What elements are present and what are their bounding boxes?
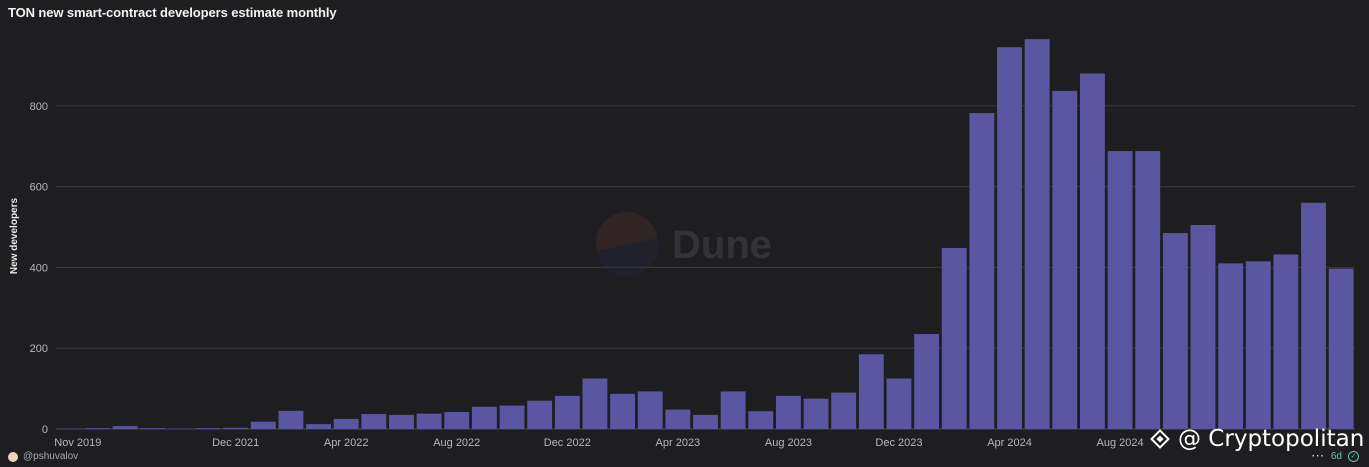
- bar[interactable]: [85, 428, 110, 429]
- more-options-icon[interactable]: ···: [1312, 451, 1325, 462]
- bar[interactable]: [693, 414, 718, 429]
- y-tick-label: 0: [42, 424, 48, 436]
- avatar: [8, 451, 18, 462]
- bar[interactable]: [389, 414, 414, 429]
- bar[interactable]: [914, 334, 940, 429]
- bar[interactable]: [278, 410, 304, 429]
- bar[interactable]: [803, 398, 829, 429]
- bar[interactable]: [720, 391, 746, 429]
- bar[interactable]: [858, 354, 884, 429]
- bar[interactable]: [1079, 73, 1105, 429]
- refresh-age: 6d: [1330, 451, 1342, 462]
- x-tick-label: Aug 2024: [1097, 437, 1144, 449]
- bar[interactable]: [1107, 151, 1133, 429]
- bar[interactable]: [1273, 254, 1299, 429]
- diamond-logo-icon: [1150, 429, 1170, 449]
- bar-chart: Dune 0 200 400 600 800 Nov 2019 Dec 2021 Apr 2…: [9, 39, 1355, 449]
- bar[interactable]: [554, 395, 580, 429]
- bar[interactable]: [969, 113, 995, 430]
- bar[interactable]: [223, 427, 249, 429]
- dune-logo-watermark: Dune: [596, 212, 772, 277]
- bar[interactable]: [195, 428, 221, 429]
- x-tick-label: Dec 2023: [875, 437, 922, 449]
- x-tick-label: Aug 2023: [765, 437, 812, 449]
- author-credit[interactable]: @pshuvalov: [8, 451, 78, 462]
- footer-meta: ··· 6d ✓: [1312, 451, 1359, 462]
- bar[interactable]: [361, 414, 387, 429]
- bar[interactable]: [941, 248, 967, 429]
- bar[interactable]: [775, 395, 801, 429]
- bar[interactable]: [1218, 263, 1244, 429]
- bar[interactable]: [1328, 268, 1354, 429]
- bar[interactable]: [1301, 202, 1326, 429]
- bar[interactable]: [471, 406, 497, 429]
- bar[interactable]: [306, 424, 332, 429]
- bar[interactable]: [886, 378, 912, 430]
- bar[interactable]: [112, 426, 138, 429]
- bar[interactable]: [499, 405, 525, 429]
- x-tick-label: Aug 2022: [433, 437, 480, 449]
- bar[interactable]: [1190, 224, 1216, 429]
- bar[interactable]: [1162, 233, 1188, 429]
- bar[interactable]: [1135, 151, 1161, 429]
- bar[interactable]: [582, 378, 608, 430]
- y-tick-label: 200: [30, 343, 48, 355]
- bar[interactable]: [250, 421, 276, 429]
- bar[interactable]: [748, 411, 774, 429]
- y-tick-label: 800: [30, 101, 48, 113]
- bar[interactable]: [831, 392, 857, 429]
- bar[interactable]: [167, 428, 193, 430]
- bar[interactable]: [1245, 261, 1271, 429]
- author-name: @pshuvalov: [23, 451, 79, 462]
- x-tick-label: Dec 2021: [212, 437, 259, 449]
- bar[interactable]: [637, 391, 663, 429]
- bar[interactable]: [997, 47, 1022, 429]
- x-tick-label: Dec 2022: [544, 437, 591, 449]
- x-tick-label: Apr 2022: [324, 437, 369, 449]
- bar[interactable]: [527, 400, 553, 429]
- y-tick-labels: 0 200 400 600 800: [30, 101, 48, 436]
- dune-logo-text: Dune: [672, 223, 772, 267]
- bar[interactable]: [140, 428, 166, 429]
- bar[interactable]: [416, 413, 442, 429]
- cryptopolitan-watermark: @ Cryptopolitan: [1148, 426, 1364, 452]
- bar[interactable]: [610, 393, 636, 429]
- x-tick-label: Apr 2024: [987, 437, 1032, 449]
- bar[interactable]: [333, 418, 359, 429]
- x-tick-label: Nov 2019: [54, 437, 101, 449]
- bar[interactable]: [1052, 90, 1078, 430]
- bar[interactable]: [57, 428, 83, 430]
- x-tick-labels: Nov 2019 Dec 2021 Apr 2022 Aug 2022 Dec 2022…: [54, 437, 1143, 449]
- bar[interactable]: [444, 412, 470, 429]
- bar[interactable]: [1024, 39, 1050, 429]
- y-axis-label: New developers: [9, 197, 20, 274]
- y-tick-label: 400: [30, 262, 48, 274]
- y-tick-label: 600: [30, 182, 48, 194]
- x-tick-label: Apr 2023: [656, 437, 701, 449]
- watermark-text: @ Cryptopolitan: [1178, 426, 1365, 452]
- check-icon: ✓: [1348, 451, 1359, 462]
- bar[interactable]: [665, 409, 691, 429]
